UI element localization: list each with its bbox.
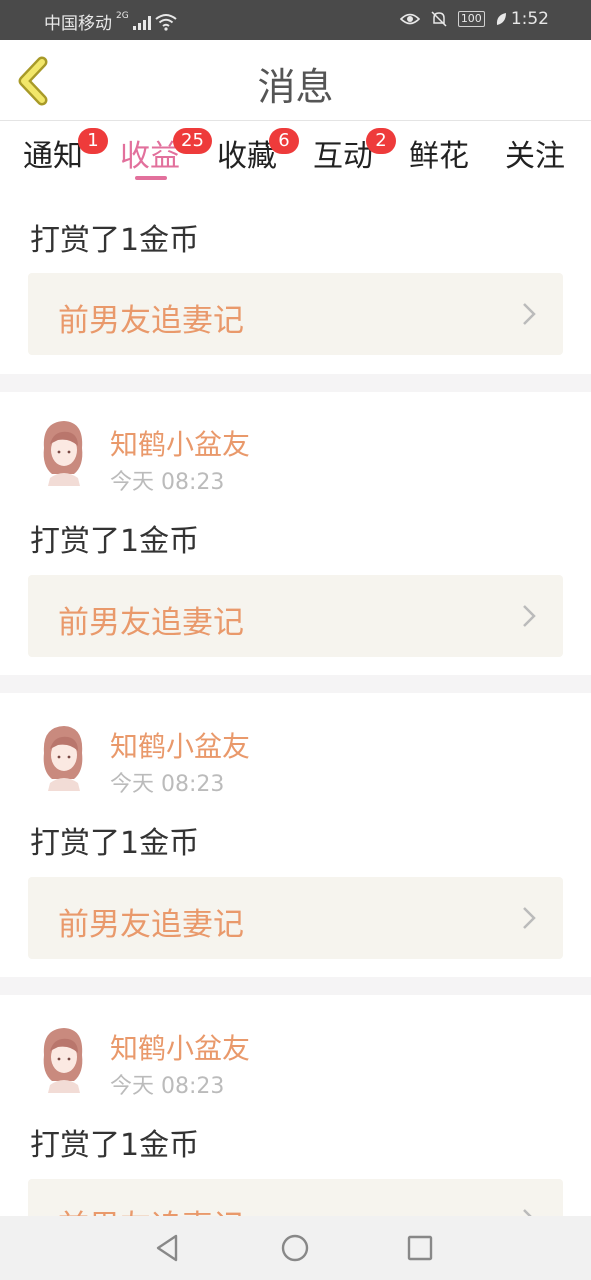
recents-square-icon[interactable]: [404, 1232, 436, 1264]
chevron-right-icon: [523, 605, 536, 627]
active-tab-indicator: [135, 176, 167, 180]
card-divider: [0, 374, 591, 392]
network-type: 2G: [116, 10, 129, 21]
avatar[interactable]: [34, 416, 92, 486]
message-action: 打赏了1金币: [30, 1128, 200, 1163]
book-link[interactable]: 前男友追妻记: [28, 877, 563, 959]
leaf-icon: [496, 13, 506, 25]
tab-flowers[interactable]: 鲜花: [409, 131, 469, 175]
message-time: 今天 08:23: [110, 1074, 225, 1099]
message-card: 知鹤小盆友 今天 08:23 打赏了1金币 前男友追妻记: [0, 995, 591, 1261]
book-title: 前男友追妻记: [58, 303, 244, 339]
book-title: 前男友追妻记: [58, 605, 244, 641]
tab-label: 收藏: [217, 139, 277, 174]
avatar[interactable]: [34, 721, 92, 791]
user-name[interactable]: 知鹤小盆友: [110, 1027, 250, 1067]
card-divider: [0, 675, 591, 693]
book-link[interactable]: 前男友追妻记: [28, 575, 563, 657]
wifi-icon: [155, 13, 177, 31]
tab-label: 鲜花: [409, 139, 469, 174]
card-divider: [0, 977, 591, 995]
book-link[interactable]: 前男友追妻记: [28, 273, 563, 355]
unread-badge: 1: [78, 128, 108, 154]
tab-bar: 通知 1 收益 25 收藏 6 互动 2 鲜花 关注: [0, 121, 591, 183]
message-card: 知鹤小盆友 今天 08:23 打赏了1金币 前男友追妻记: [0, 693, 591, 977]
tab-label: 关注: [505, 139, 565, 174]
tab-label: 互动: [313, 139, 373, 174]
user-name[interactable]: 知鹤小盆友: [110, 423, 250, 463]
battery-icon: 100: [457, 11, 485, 27]
avatar[interactable]: [34, 1023, 92, 1093]
tab-following[interactable]: 关注: [505, 131, 565, 175]
message-card: 打赏了1金币 前男友追妻记: [0, 183, 591, 374]
message-time: 今天 08:23: [110, 772, 225, 797]
book-title: 前男友追妻记: [58, 907, 244, 943]
status-bar: 中国移动 2G 100 1:52: [0, 0, 591, 40]
message-time: 今天 08:23: [110, 470, 225, 495]
page-title: 消息: [257, 65, 334, 109]
clock: 1:52: [510, 9, 549, 29]
carrier-label: 中国移动: [44, 14, 112, 34]
unread-badge: 6: [269, 128, 299, 154]
unread-badge: 2: [366, 128, 396, 154]
system-nav-bar: [0, 1216, 591, 1280]
tab-earnings[interactable]: 收益 25: [120, 128, 212, 175]
signal-icon: [132, 14, 151, 30]
tab-notifications[interactable]: 通知 1: [23, 128, 108, 175]
chevron-right-icon: [523, 303, 536, 325]
message-action: 打赏了1金币: [30, 826, 200, 861]
message-action: 打赏了1金币: [30, 223, 200, 258]
eye-icon: [399, 13, 420, 25]
unread-badge: 25: [173, 128, 212, 154]
home-circle-icon[interactable]: [279, 1232, 311, 1264]
mute-bell-icon: [431, 11, 447, 27]
app-header: 消息: [0, 40, 591, 121]
tab-label: 通知: [23, 139, 83, 174]
tab-interactions[interactable]: 互动 2: [313, 128, 396, 175]
chevron-right-icon: [523, 907, 536, 929]
message-action: 打赏了1金币: [30, 524, 200, 559]
back-triangle-icon[interactable]: [152, 1232, 184, 1264]
tab-label: 收益: [120, 139, 180, 174]
message-card: 知鹤小盆友 今天 08:23 打赏了1金币 前男友追妻记: [0, 392, 591, 675]
user-name[interactable]: 知鹤小盆友: [110, 725, 250, 765]
tab-favorites[interactable]: 收藏 6: [217, 128, 299, 175]
